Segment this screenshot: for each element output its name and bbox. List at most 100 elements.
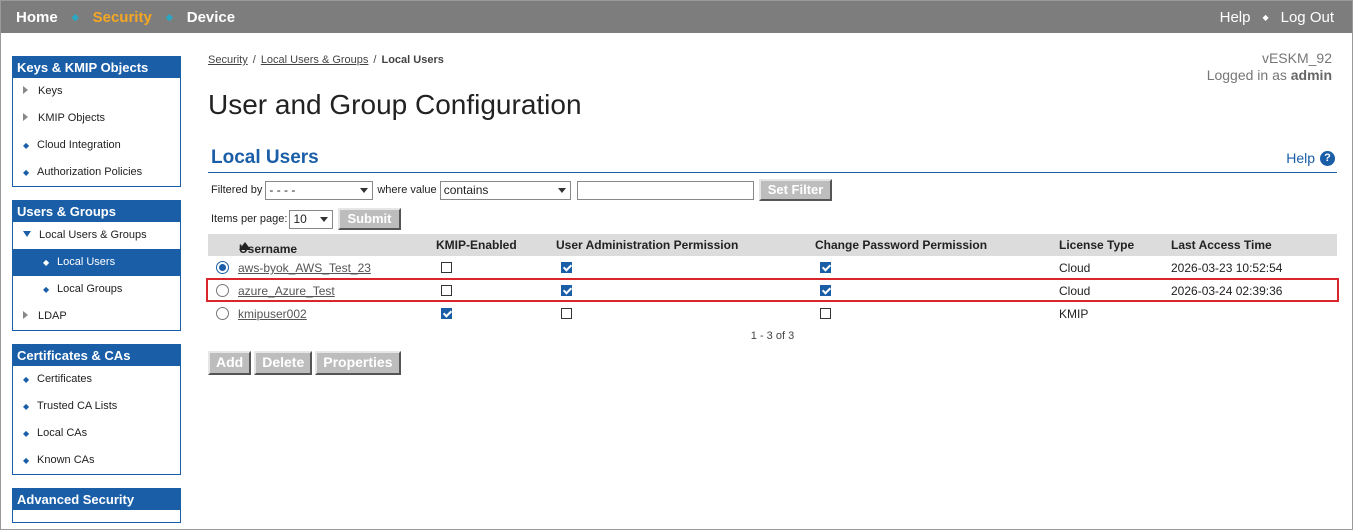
filtered-by-select[interactable]: - - - -: [265, 180, 374, 200]
add-button[interactable]: Add: [208, 351, 252, 375]
user-admin-checkbox: [561, 308, 572, 319]
sidebar-item-label: Trusted CA Lists: [37, 400, 118, 412]
sidebar-item-local-users[interactable]: ◆ Local Users: [13, 249, 180, 276]
username-link[interactable]: aws-byok_AWS_Test_23: [238, 261, 371, 275]
bullet-icon: ◆: [23, 456, 30, 465]
sidebar-item-label: Local CAs: [37, 427, 88, 439]
license-type: Cloud: [1059, 284, 1091, 298]
nav-home[interactable]: Home: [16, 9, 58, 26]
nav-help[interactable]: Help: [1220, 9, 1251, 26]
sidebar-item-label: Local Users: [57, 256, 116, 268]
license-type: KMIP: [1059, 307, 1089, 321]
nav-device[interactable]: Device: [187, 9, 235, 26]
sidebar-item-ldap[interactable]: LDAP: [13, 303, 180, 330]
breadcrumb: Security / Local Users & Groups / Local User…: [208, 54, 444, 66]
bullet-icon: ◆: [23, 141, 30, 150]
sidebar-item-label: Local Groups: [57, 283, 123, 295]
sidebar-item-authorization-policies[interactable]: ◆ Authorization Policies: [13, 159, 180, 186]
license-type: Cloud: [1059, 261, 1091, 275]
kmip-enabled-checkbox: [441, 308, 452, 319]
change-password-checkbox: [820, 285, 831, 296]
sidebar-item-known-cas[interactable]: ◆ Known CAs: [13, 447, 180, 474]
bullet-icon: ◆: [43, 258, 50, 267]
sidebar-item-local-groups[interactable]: ◆ Local Groups: [13, 276, 180, 303]
logged-in-user: admin: [1290, 67, 1332, 83]
chevron-down-icon: [320, 216, 329, 222]
breadcrumb-local-users-groups[interactable]: Local Users & Groups: [261, 54, 369, 66]
table-header: Username KMIP-Enabled User Administratio…: [208, 234, 1337, 256]
table-row[interactable]: azure_Azure_Test Cloud 2026-03-24 02:39:…: [206, 278, 1339, 302]
expand-arrow-icon: [23, 311, 28, 319]
sidebar-item-local-users-groups[interactable]: Local Users & Groups: [13, 222, 180, 249]
sidebar-item-cloud-integration[interactable]: ◆ Cloud Integration: [13, 132, 180, 159]
filtered-by-label: Filtered by: [211, 184, 263, 196]
items-per-page-select[interactable]: 10: [289, 209, 334, 229]
top-nav-left: Home ◆ Security ◆ Device: [16, 1, 235, 33]
row-select-radio[interactable]: [216, 261, 229, 274]
row-select-radio[interactable]: [216, 284, 229, 297]
properties-button[interactable]: Properties: [315, 351, 401, 375]
submit-button[interactable]: Submit: [338, 208, 401, 230]
breadcrumb-separator: /: [373, 54, 377, 66]
sidebar-item-label: Authorization Policies: [37, 166, 143, 178]
sidebar-section-title[interactable]: Users & Groups: [13, 201, 180, 222]
sidebar-section-title[interactable]: Certificates & CAs: [13, 345, 180, 366]
filter-text-input[interactable]: [576, 180, 754, 200]
sidebar-item-keys[interactable]: Keys: [13, 78, 180, 105]
help-icon: ?: [1320, 150, 1335, 166]
username-link[interactable]: kmipuser002: [238, 307, 307, 321]
section-title: Local Users: [211, 147, 319, 168]
nav-logout[interactable]: Log Out: [1281, 9, 1334, 26]
sidebar-section-users-groups: Users & Groups Local Users & Groups ◆ Loc…: [12, 200, 181, 331]
row-highlight-box: [206, 278, 1339, 302]
section-header: Local Users Help?: [208, 147, 1337, 173]
sidebar-item-certificates[interactable]: ◆ Certificates: [13, 366, 180, 393]
sidebar-item-kmip-objects[interactable]: KMIP Objects: [13, 105, 180, 132]
device-info: vESKM_92 Logged in as admin: [1207, 50, 1332, 84]
last-access-time: 2026-03-23 10:52:54: [1171, 261, 1283, 275]
sidebar-item-local-cas[interactable]: ◆ Local CAs: [13, 420, 180, 447]
pagination-summary: 1 - 3 of 3: [750, 330, 795, 342]
breadcrumb-current: Local Users: [381, 54, 444, 66]
delete-button[interactable]: Delete: [254, 351, 313, 375]
where-value-value: contains: [443, 183, 489, 197]
help-label: Help: [1286, 150, 1315, 166]
row-select-radio[interactable]: [216, 307, 229, 320]
last-access-time: 2026-03-24 02:39:36: [1171, 284, 1283, 298]
sidebar-item-label: Local Users & Groups: [39, 229, 147, 241]
page-title: User and Group Configuration: [208, 89, 582, 120]
breadcrumb-separator: /: [252, 54, 256, 66]
filtered-by-value: - - - -: [269, 183, 296, 197]
filter-bar: Filtered by - - - - where value contains…: [211, 179, 833, 201]
sidebar-item-label: Certificates: [37, 373, 93, 385]
breadcrumb-security[interactable]: Security: [208, 54, 248, 66]
collapse-arrow-icon: [23, 231, 31, 237]
username-link[interactable]: azure_Azure_Test: [238, 284, 335, 298]
nav-security[interactable]: Security: [93, 9, 152, 26]
set-filter-button[interactable]: Set Filter: [758, 179, 833, 201]
bullet-icon: ◆: [43, 285, 50, 294]
table-row[interactable]: aws-byok_AWS_Test_23 Cloud 2026-03-23 10…: [208, 256, 1337, 279]
user-admin-checkbox: [561, 285, 572, 296]
sidebar-item-trusted-ca-lists[interactable]: ◆ Trusted CA Lists: [13, 393, 180, 420]
users-table: Username KMIP-Enabled User Administratio…: [206, 234, 1339, 325]
sidebar-section-title[interactable]: Keys & KMIP Objects: [13, 57, 180, 78]
column-change-password-permission: Change Password Permission: [815, 238, 988, 252]
column-license-type: License Type: [1059, 238, 1135, 252]
table-row[interactable]: kmipuser002 KMIP: [208, 302, 1337, 325]
where-value-label: where value: [377, 184, 437, 196]
items-per-page-label: Items per page:: [211, 213, 288, 225]
device-name: vESKM_92: [1261, 50, 1332, 66]
nav-separator-icon: ◆: [71, 11, 79, 22]
sidebar-item-label: Keys: [38, 85, 63, 97]
kmip-enabled-checkbox: [441, 262, 452, 273]
where-value-select[interactable]: contains: [439, 180, 571, 200]
section-help-link[interactable]: Help?: [1286, 150, 1335, 166]
user-admin-checkbox: [561, 262, 572, 273]
items-per-page-bar: Items per page: 10 Submit: [211, 208, 401, 230]
sidebar-section-title[interactable]: Advanced Security: [13, 489, 180, 510]
sidebar-section-advanced-security: Advanced Security: [12, 488, 181, 523]
expand-arrow-icon: [23, 86, 28, 94]
logged-in-text: Logged in as admin: [1207, 67, 1332, 84]
sidebar-item-label: Cloud Integration: [37, 139, 121, 151]
